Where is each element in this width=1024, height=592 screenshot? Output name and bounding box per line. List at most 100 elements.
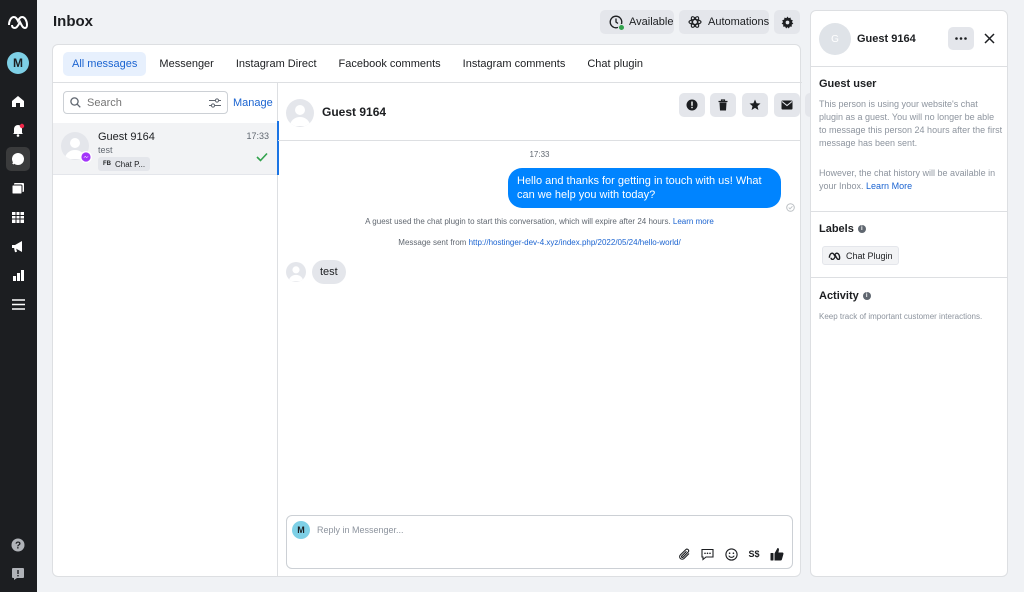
mark-unread-button[interactable] xyxy=(774,93,800,117)
contact-header: G Guest 9164 xyxy=(811,11,1007,67)
envelope-icon xyxy=(781,100,793,110)
activity-info-icon[interactable]: i xyxy=(862,292,871,300)
tab-messenger[interactable]: Messenger xyxy=(150,52,222,76)
chat-guest-avatar xyxy=(286,99,314,127)
learn-more-link[interactable]: Learn more xyxy=(673,217,714,226)
emoji-icon[interactable] xyxy=(723,546,739,562)
chat-header: Guest 9164 xyxy=(278,83,831,141)
more-dots-icon xyxy=(955,37,967,40)
home-icon[interactable] xyxy=(6,89,30,113)
conversation-snippet: test xyxy=(98,145,113,155)
payment-currency-icon[interactable]: S$ xyxy=(746,546,762,562)
manage-link[interactable]: Manage xyxy=(233,97,273,109)
svg-text:?: ? xyxy=(15,541,21,552)
divider xyxy=(811,277,1007,278)
contact-name: Guest 9164 xyxy=(857,33,916,45)
notifications-bell-icon[interactable] xyxy=(6,118,30,142)
chat-contact-name: Guest 9164 xyxy=(322,105,387,119)
search-box[interactable] xyxy=(63,91,228,114)
guest-user-title: Guest user xyxy=(819,78,877,90)
system-notice-source: Message sent from http://hostinger-dev-4… xyxy=(278,238,801,247)
feedback-icon[interactable] xyxy=(6,562,30,586)
search-input[interactable] xyxy=(87,96,197,109)
delete-button[interactable] xyxy=(710,93,736,117)
account-avatar-letter: M xyxy=(7,52,29,74)
activity-description: Keep track of important customer interac… xyxy=(819,312,983,321)
source-url-link[interactable]: http://hostinger-dev-4.xyz/index.php/202… xyxy=(469,238,681,247)
conversation-name: Guest 9164 xyxy=(98,131,155,143)
labels-title: Labels i xyxy=(819,223,866,235)
chat-thread: Guest 9164 17:33 Hello and thanks for ge… xyxy=(277,83,831,577)
system-notice-expiry: A guest used the chat plugin to start th… xyxy=(278,217,801,226)
automations-icon xyxy=(688,15,702,29)
activity-title-text: Activity xyxy=(819,290,859,302)
ads-megaphone-icon[interactable] xyxy=(6,234,30,258)
conversation-label-tag: FB Chat P... xyxy=(98,157,151,171)
incoming-guest-avatar xyxy=(286,262,306,282)
contact-avatar: G xyxy=(819,23,851,55)
insights-chart-icon[interactable] xyxy=(6,263,30,287)
tab-instagram-comments[interactable]: Instagram comments xyxy=(454,52,575,76)
labels-title-text: Labels xyxy=(819,223,854,235)
account-avatar[interactable]: M xyxy=(6,51,30,75)
settings-button[interactable] xyxy=(774,10,800,34)
sent-status-icon xyxy=(786,201,795,215)
availability-button[interactable]: Available xyxy=(600,10,674,34)
inbox-card: All messages Messenger Instagram Direct … xyxy=(52,44,831,577)
inbox-chat-icon[interactable] xyxy=(6,147,30,171)
close-icon xyxy=(983,33,995,44)
attachment-icon[interactable] xyxy=(676,546,692,562)
left-navigation: M ? xyxy=(0,0,37,592)
search-icon xyxy=(70,97,81,108)
automations-label: Automations xyxy=(708,16,770,28)
close-panel-button[interactable] xyxy=(977,27,1001,50)
system-notice-source-text: Message sent from xyxy=(398,238,467,247)
menu-icon[interactable] xyxy=(6,292,30,316)
label-chip[interactable]: Chat Plugin xyxy=(822,246,899,265)
reply-input-placeholder[interactable]: Reply in Messenger... xyxy=(317,525,404,535)
divider xyxy=(811,211,1007,212)
label-chip-text: Chat Plugin xyxy=(846,250,893,261)
meta-logo-icon[interactable] xyxy=(6,10,30,34)
posts-icon[interactable] xyxy=(6,176,30,200)
channel-tabs: All messages Messenger Instagram Direct … xyxy=(53,45,802,83)
tab-facebook-comments[interactable]: Facebook comments xyxy=(330,52,450,76)
star-icon xyxy=(749,99,761,111)
fb-tag-prefix: FB xyxy=(103,161,111,167)
messenger-badge-icon xyxy=(80,151,92,163)
tab-all-messages[interactable]: All messages xyxy=(63,51,147,76)
help-icon[interactable]: ? xyxy=(6,533,30,557)
chat-history-note: However, the chat history will be availa… xyxy=(819,167,1003,193)
message-timestamp: 17:33 xyxy=(529,150,550,159)
conversation-item[interactable]: Guest 9164 17:33 test FB Chat P... xyxy=(53,123,277,175)
saved-replies-icon[interactable] xyxy=(699,546,715,562)
reply-composer[interactable]: M Reply in Messenger... S$ xyxy=(286,515,793,569)
content-table-icon[interactable] xyxy=(6,205,30,229)
page-title: Inbox xyxy=(53,13,93,30)
conversation-time: 17:33 xyxy=(246,131,269,141)
outgoing-message-bubble: Hello and thanks for getting in touch wi… xyxy=(508,168,781,208)
activity-title: Activity i xyxy=(819,290,871,302)
thumbs-up-icon[interactable] xyxy=(769,546,785,562)
incoming-message-bubble: test xyxy=(312,260,346,284)
star-button[interactable] xyxy=(742,93,768,117)
conversation-tag-label: Chat P... xyxy=(115,159,146,169)
trash-icon xyxy=(718,99,728,111)
history-learn-more-link[interactable]: Learn More xyxy=(866,181,912,191)
meta-chip-icon xyxy=(828,251,841,260)
done-check-icon[interactable] xyxy=(256,151,268,165)
contact-details-panel: G Guest 9164 Guest user This person is u… xyxy=(810,10,1008,577)
gear-icon xyxy=(781,15,794,29)
filter-sliders-icon[interactable] xyxy=(209,97,221,108)
guest-user-description: This person is using your website's chat… xyxy=(819,99,1003,148)
clock-status-icon xyxy=(609,15,625,31)
alert-icon xyxy=(686,99,698,111)
automations-button[interactable]: Automations xyxy=(679,10,769,34)
tab-instagram-direct[interactable]: Instagram Direct xyxy=(227,52,326,76)
system-notice-expiry-text: A guest used the chat plugin to start th… xyxy=(365,217,671,226)
mark-spam-button[interactable] xyxy=(679,93,705,117)
more-options-button[interactable] xyxy=(948,27,974,50)
composer-avatar: M xyxy=(292,521,310,539)
labels-info-icon[interactable]: i xyxy=(857,225,866,233)
tab-chat-plugin[interactable]: Chat plugin xyxy=(578,52,652,76)
